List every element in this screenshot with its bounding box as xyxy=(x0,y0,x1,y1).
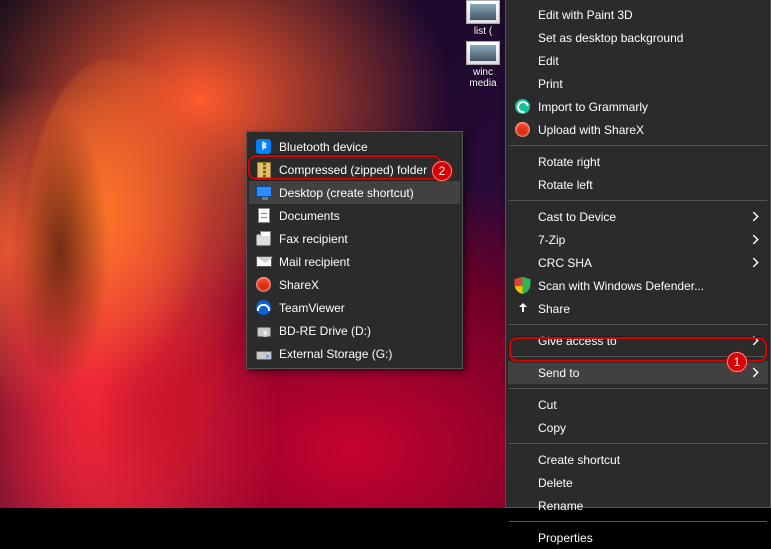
context-menu: Edit with Paint 3D Set as desktop backgr… xyxy=(505,0,771,508)
chevron-right-icon xyxy=(751,257,760,268)
sendto-desktop-shortcut[interactable]: Desktop (create shortcut) xyxy=(249,181,460,204)
menu-item-rotate-right[interactable]: Rotate right xyxy=(508,150,768,173)
image-thumbnail-icon xyxy=(466,0,500,24)
chevron-right-icon xyxy=(751,211,760,222)
menu-separator xyxy=(509,388,767,389)
external-drive-icon xyxy=(255,345,272,362)
monitor-icon xyxy=(255,184,272,201)
chevron-right-icon xyxy=(751,234,760,245)
sendto-sharex[interactable]: ShareX xyxy=(249,273,460,296)
sendto-documents[interactable]: Documents xyxy=(249,204,460,227)
document-icon xyxy=(255,207,272,224)
mail-icon xyxy=(255,253,272,270)
menu-item-delete[interactable]: Delete xyxy=(508,471,768,494)
sendto-bdre-drive[interactable]: BD-RE Drive (D:) xyxy=(249,319,460,342)
share-icon xyxy=(514,300,531,317)
menu-item-cast[interactable]: Cast to Device xyxy=(508,205,768,228)
menu-item-copy[interactable]: Copy xyxy=(508,416,768,439)
annotation-highlight-zipped xyxy=(248,155,441,180)
menu-item-create-shortcut[interactable]: Create shortcut xyxy=(508,448,768,471)
menu-separator xyxy=(509,324,767,325)
menu-item-cut[interactable]: Cut xyxy=(508,393,768,416)
desktop-file-label: list ( xyxy=(474,26,492,37)
menu-separator xyxy=(509,443,767,444)
desktop-file-label: winc media xyxy=(459,67,507,89)
chevron-right-icon xyxy=(751,367,760,378)
fax-icon xyxy=(255,230,272,247)
menu-separator xyxy=(509,200,767,201)
menu-item-7zip[interactable]: 7-Zip xyxy=(508,228,768,251)
sharex-icon xyxy=(514,121,531,138)
sendto-teamviewer[interactable]: TeamViewer xyxy=(249,296,460,319)
sendto-fax[interactable]: Fax recipient xyxy=(249,227,460,250)
sendto-external-storage[interactable]: External Storage (G:) xyxy=(249,342,460,365)
sharex-icon xyxy=(255,276,272,293)
menu-separator xyxy=(509,521,767,522)
menu-item-rename[interactable]: Rename xyxy=(508,494,768,517)
sendto-mail[interactable]: Mail recipient xyxy=(249,250,460,273)
teamviewer-icon xyxy=(255,299,272,316)
menu-item-edit-paint3d[interactable]: Edit with Paint 3D xyxy=(508,3,768,26)
desktop-icons-area: list ( winc media xyxy=(459,0,507,89)
menu-item-upload-sharex[interactable]: Upload with ShareX xyxy=(508,118,768,141)
desktop-file-icon[interactable]: list ( xyxy=(459,0,507,37)
bluetooth-icon xyxy=(255,138,272,155)
menu-item-set-background[interactable]: Set as desktop background xyxy=(508,26,768,49)
annotation-badge-1: 1 xyxy=(727,352,747,372)
menu-item-share[interactable]: Share xyxy=(508,297,768,320)
annotation-badge-2: 2 xyxy=(432,161,452,181)
menu-item-crc-sha[interactable]: CRC SHA xyxy=(508,251,768,274)
grammarly-icon xyxy=(514,98,531,115)
menu-item-rotate-left[interactable]: Rotate left xyxy=(508,173,768,196)
menu-item-grammarly[interactable]: Import to Grammarly xyxy=(508,95,768,118)
menu-item-edit[interactable]: Edit xyxy=(508,49,768,72)
shield-icon xyxy=(514,277,531,294)
menu-item-properties[interactable]: Properties xyxy=(508,526,768,549)
menu-item-defender-scan[interactable]: Scan with Windows Defender... xyxy=(508,274,768,297)
menu-separator xyxy=(509,145,767,146)
image-thumbnail-icon xyxy=(466,41,500,65)
disc-drive-icon xyxy=(255,322,272,339)
menu-item-print[interactable]: Print xyxy=(508,72,768,95)
desktop-file-icon[interactable]: winc media xyxy=(459,41,507,89)
